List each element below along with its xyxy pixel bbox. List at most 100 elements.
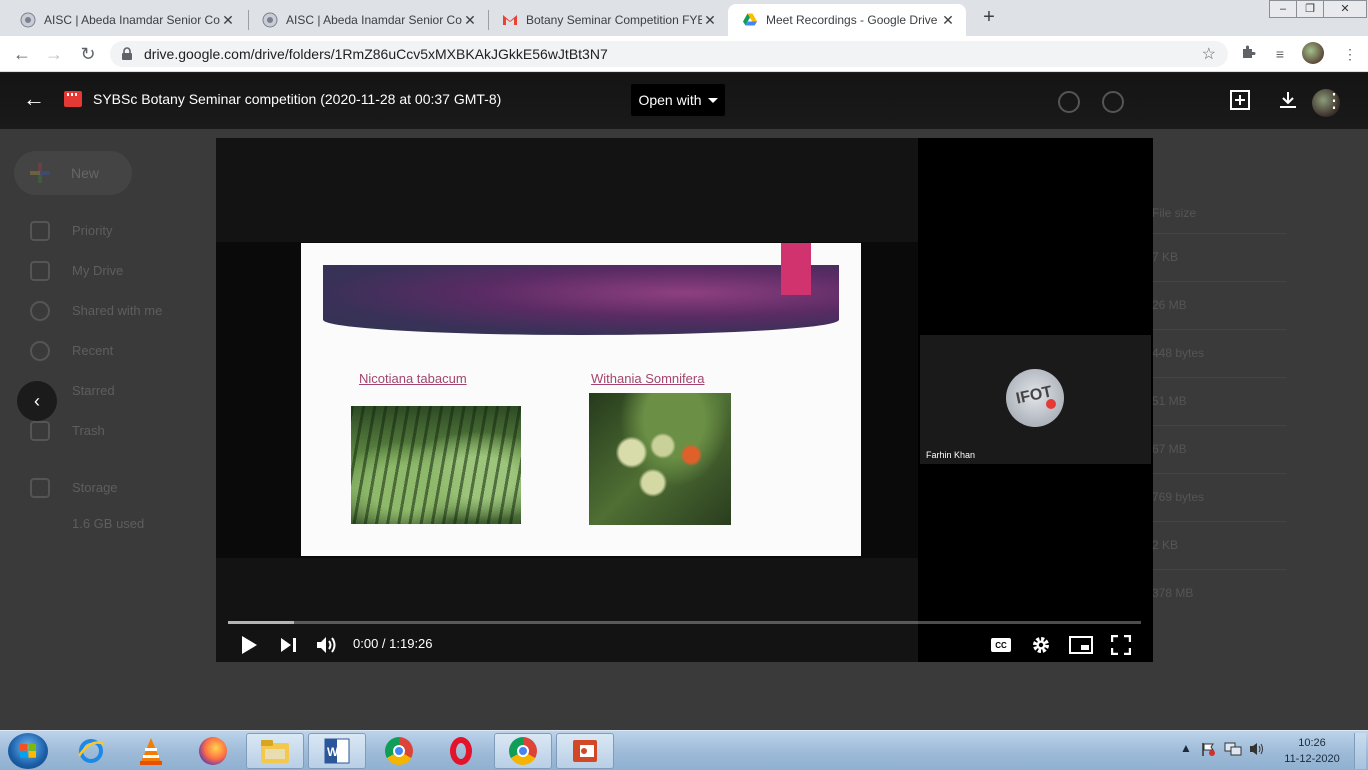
windows-start-button[interactable] <box>8 733 48 769</box>
system-clock[interactable]: 10:26 11-12-2020 <box>1282 735 1342 767</box>
forward-button[interactable]: → <box>42 42 66 66</box>
show-hidden-icons-button[interactable]: ▲ <box>1180 741 1192 755</box>
nav-recent: Recent <box>72 343 114 358</box>
slide-tag <box>781 243 811 295</box>
fullscreen-icon[interactable] <box>1108 632 1134 658</box>
row-divider <box>1152 377 1286 378</box>
miniplayer-icon[interactable] <box>1068 632 1094 658</box>
volume-icon[interactable] <box>314 632 340 658</box>
close-tab-icon[interactable]: ✕ <box>940 12 956 29</box>
windows-taskbar: W ▲ 10:26 11-12-2020 <box>0 730 1368 770</box>
time-display: 0:00 / 1:19:26 <box>353 636 433 651</box>
plus-icon <box>30 163 50 183</box>
settings-gear-icon[interactable] <box>1028 632 1054 658</box>
chrome-menu-icon[interactable]: ⋮ <box>1340 44 1360 64</box>
settings-gear-icon <box>1102 91 1124 113</box>
media-queue-icon[interactable]: ≡ <box>1270 44 1290 64</box>
tab-title: AISC | Abeda Inamdar Senior Col <box>286 13 462 27</box>
nav-priority: Priority <box>72 223 113 238</box>
clock-time: 10:26 <box>1298 737 1326 749</box>
volume-speaker-icon[interactable] <box>1248 741 1266 760</box>
address-bar[interactable]: drive.google.com/drive/folders/1RmZ86uCc… <box>110 41 1228 67</box>
slide-banner <box>323 265 839 335</box>
taskbar-vlc[interactable] <box>122 733 180 769</box>
taskbar-chrome[interactable] <box>370 733 428 769</box>
new-tab-button[interactable]: + <box>978 6 1000 28</box>
close-viewer-arrow-icon[interactable]: ← <box>22 87 46 111</box>
new-button-label: New <box>71 165 100 181</box>
previous-file-chevron-icon[interactable]: ‹ <box>17 381 57 421</box>
taskbar-explorer[interactable] <box>246 733 304 769</box>
tab-botany-gmail[interactable]: Botany Seminar Competition FYB ✕ <box>488 4 728 36</box>
file-size: 378 MB <box>1152 586 1194 600</box>
caret-down-icon <box>707 97 718 103</box>
close-tab-icon[interactable]: ✕ <box>220 12 236 29</box>
reload-button[interactable]: ↻ <box>76 42 100 66</box>
nav-shared: Shared with me <box>72 303 163 318</box>
chrome-icon <box>509 737 537 765</box>
download-icon[interactable] <box>1276 89 1300 113</box>
video-player[interactable]: Nicotiana tabacum Withania Somnifera IFO… <box>216 138 1153 662</box>
file-size: 51 MB <box>1152 394 1187 408</box>
video-stage: Nicotiana tabacum Withania Somnifera <box>216 138 918 662</box>
close-window-button[interactable]: ✕ <box>1323 0 1367 18</box>
profile-avatar[interactable] <box>1302 42 1324 64</box>
file-size: 2 KB <box>1152 538 1179 552</box>
captions-icon[interactable]: CC <box>988 632 1014 658</box>
firefox-icon <box>199 737 227 765</box>
add-to-drive-icon[interactable] <box>1228 89 1252 113</box>
participant-name: Farhin Khan <box>926 450 976 460</box>
file-size-header: File size <box>1152 206 1197 220</box>
tobacco-field-photo <box>351 406 521 524</box>
restore-button[interactable]: ❐ <box>1296 0 1324 18</box>
file-size: 26 MB <box>1152 298 1187 312</box>
row-divider <box>1152 329 1286 330</box>
taskbar-opera[interactable] <box>432 733 490 769</box>
more-options-icon[interactable]: ⋮ <box>1322 89 1346 113</box>
tab-title: Meet Recordings - Google Drive <box>766 13 938 27</box>
recent-clock-icon <box>30 341 50 361</box>
tab-aisc-1[interactable]: AISC | Abeda Inamdar Senior Col ✕ <box>6 4 246 36</box>
taskbar-word[interactable]: W <box>308 733 366 769</box>
powerpoint-icon <box>573 740 597 762</box>
progress-bar[interactable] <box>228 621 1141 624</box>
taskbar-powerpoint[interactable] <box>556 733 614 769</box>
caption-nicotiana: Nicotiana tabacum <box>359 371 467 386</box>
folder-icon <box>261 740 289 763</box>
presentation-slide: Nicotiana tabacum Withania Somnifera <box>301 243 861 556</box>
bookmark-star-icon[interactable]: ☆ <box>1202 44 1216 64</box>
close-tab-icon[interactable]: ✕ <box>462 12 478 29</box>
minimize-button[interactable]: – <box>1269 0 1297 18</box>
clock-date: 11-12-2020 <box>1284 753 1340 765</box>
tab-meet-recordings[interactable]: Meet Recordings - Google Drive ✕ <box>728 4 966 36</box>
close-tab-icon[interactable]: ✕ <box>702 12 718 29</box>
back-button[interactable]: ← <box>10 42 34 66</box>
letterbox-top <box>216 138 918 242</box>
taskbar-chrome-active[interactable] <box>494 733 552 769</box>
open-with-button[interactable]: Open with <box>631 84 725 116</box>
nav-starred: Starred <box>72 383 115 398</box>
tab-aisc-2[interactable]: AISC | Abeda Inamdar Senior Col ✕ <box>248 4 488 36</box>
browser-toolbar: ← → ↻ drive.google.com/drive/folders/1Rm… <box>0 36 1368 72</box>
participant-tile: IFOT Farhin Khan <box>920 335 1151 464</box>
lock-icon <box>120 47 134 61</box>
help-icon <box>1058 91 1080 113</box>
extensions-puzzle-icon[interactable] <box>1238 44 1258 64</box>
viewer-header: ← SYBSc Botany Seminar competition (2020… <box>0 73 1368 129</box>
storage-icon <box>30 478 50 498</box>
nav-my-drive: My Drive <box>72 263 124 278</box>
file-size: 769 bytes <box>1152 490 1205 504</box>
file-size: 67 MB <box>1152 442 1187 456</box>
file-title: SYBSc Botany Seminar competition (2020-1… <box>93 91 502 107</box>
row-divider <box>1152 425 1286 426</box>
network-icon[interactable] <box>1224 741 1242 760</box>
participant-avatar: IFOT <box>1006 369 1064 427</box>
taskbar-firefox[interactable] <box>184 733 242 769</box>
play-icon[interactable] <box>236 632 262 658</box>
row-divider <box>1152 281 1286 282</box>
action-center-flag-icon[interactable] <box>1200 741 1216 760</box>
taskbar-ie[interactable] <box>62 733 120 769</box>
next-icon[interactable] <box>276 632 302 658</box>
row-divider <box>1152 569 1286 570</box>
show-desktop-button[interactable] <box>1354 733 1366 769</box>
